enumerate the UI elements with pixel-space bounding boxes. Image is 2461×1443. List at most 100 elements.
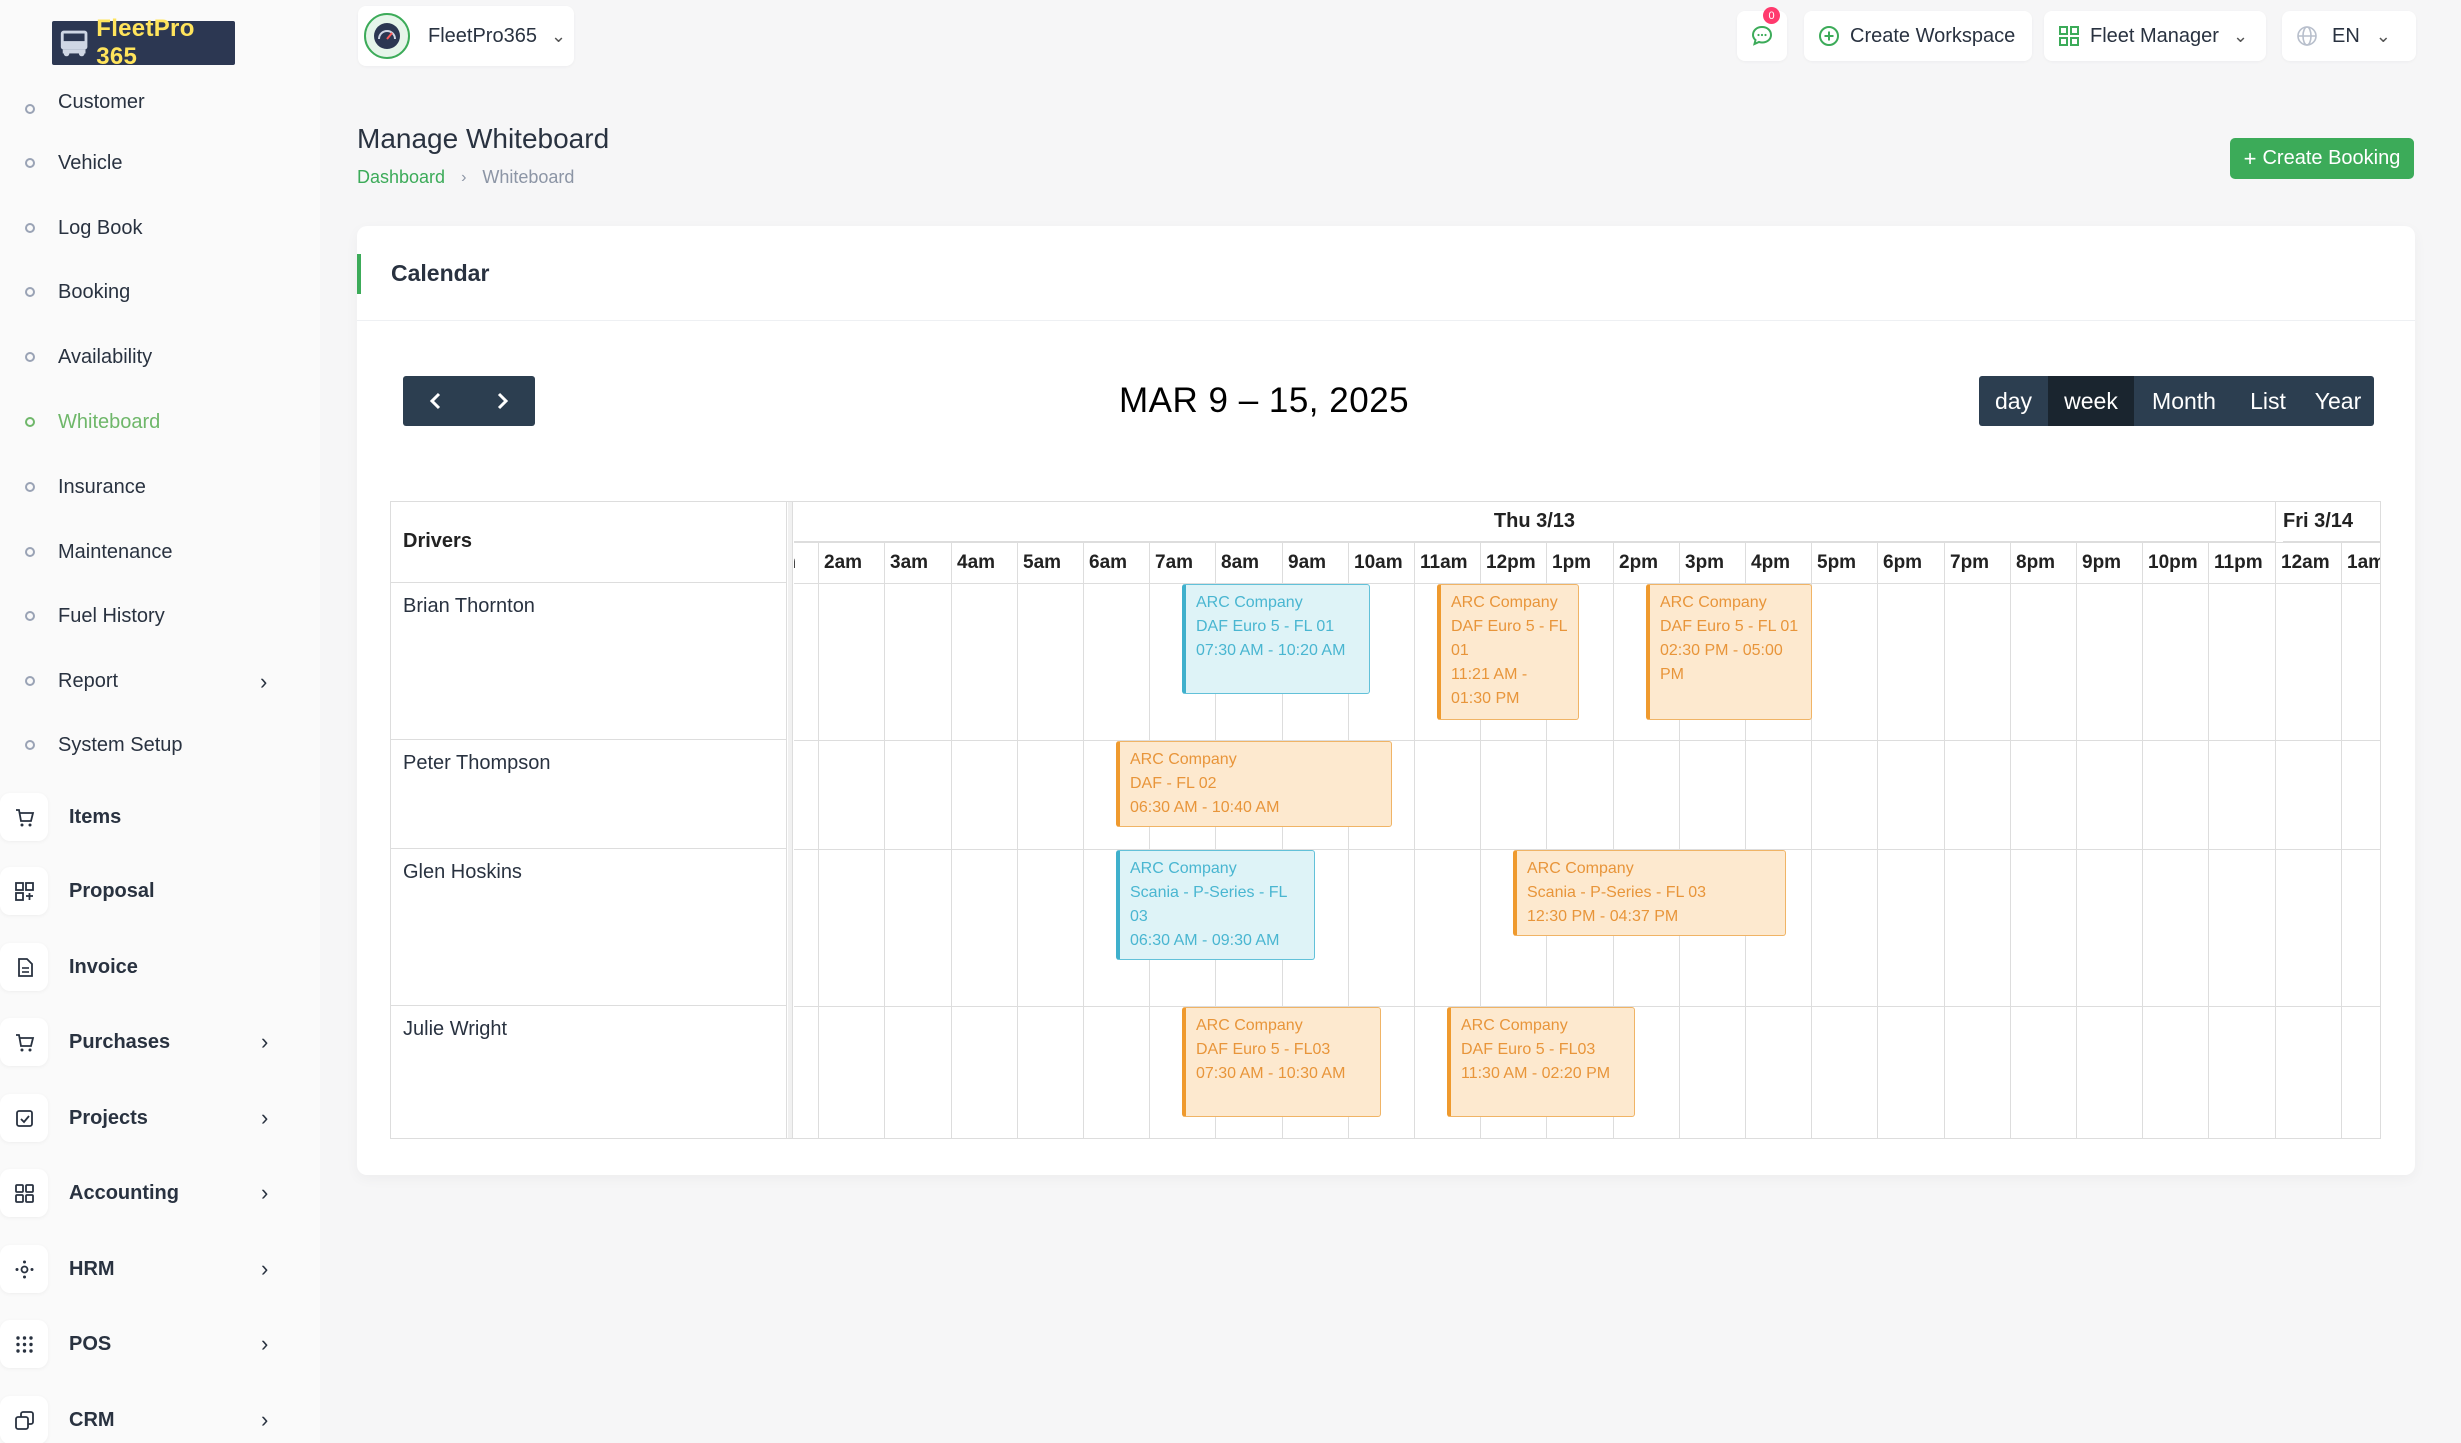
sidebar-item-label: Log Book [58, 216, 143, 239]
view-list-button[interactable]: List [2234, 376, 2302, 426]
event-vehicle: DAF - FL 02 [1130, 775, 1217, 792]
sidebar-item-proposal[interactable]: Proposal [0, 863, 290, 919]
create-booking-button[interactable]: + Create Booking [2230, 138, 2414, 179]
event-vehicle: Scania - P-Series - FL 03 [1527, 884, 1707, 901]
role-label: Fleet Manager [2090, 24, 2219, 47]
proposal-icon [0, 867, 48, 915]
event-time: 06:30 AM - 09:30 AM [1130, 932, 1280, 949]
event-vehicle: DAF Euro 5 - FL 01 [1660, 618, 1799, 635]
hour-gridline [951, 543, 952, 1138]
sidebar-item-insurance[interactable]: Insurance [25, 469, 285, 505]
brand-logo[interactable]: FleetPro 365 [52, 15, 235, 70]
chevron-right-icon: › [261, 1105, 269, 1130]
event-company: ARC Company [1461, 1017, 1568, 1034]
circle-bullet-icon [25, 352, 35, 362]
hour-gridline [2208, 543, 2209, 1138]
sidebar-item-fuel-history[interactable]: Fuel History [25, 598, 285, 634]
hour-gridline [2010, 543, 2011, 1138]
event-company: ARC Company [1451, 594, 1558, 611]
booking-event[interactable]: ARC Company DAF Euro 5 - FL 01 11:21 AM - … [1437, 584, 1579, 720]
hour-gridline [884, 543, 885, 1138]
hour-label: 10pm [2148, 552, 2198, 573]
sidebar-item-invoice[interactable]: Invoice [0, 939, 290, 995]
booking-event[interactable]: ARC Company Scania - P-Series - FL 03 06:3… [1116, 850, 1315, 960]
booking-event[interactable]: ARC Company DAF Euro 5 - FL 01 07:30 AM - … [1182, 584, 1370, 694]
cart-icon [0, 1018, 48, 1066]
sidebar-item-purchases[interactable]: Purchases › [0, 1014, 290, 1070]
sidebar-item-label: Projects [69, 1106, 148, 1129]
booking-event[interactable]: ARC Company DAF - FL 02 06:30 AM - 10:40 A… [1116, 741, 1392, 827]
circle-bullet-icon [25, 676, 35, 686]
sidebar-item-vehicle[interactable]: Vehicle [25, 145, 285, 181]
sidebar-item-accounting[interactable]: Accounting › [0, 1165, 290, 1221]
booking-event[interactable]: ARC Company DAF Euro 5 - FL 01 02:30 PM - … [1646, 584, 1812, 720]
breadcrumb-dashboard-link[interactable]: Dashboard [357, 167, 445, 188]
hour-label: 1pm [1552, 552, 1592, 573]
card-header: Calendar [357, 226, 2415, 321]
view-year-button[interactable]: Year [2302, 376, 2374, 426]
sidebar-item-crm[interactable]: CRM › [0, 1392, 290, 1443]
hour-label: 12am [2281, 552, 2330, 573]
workspace-name: FleetPro365 [428, 24, 537, 47]
event-time: 07:30 AM - 10:20 AM [1196, 642, 1346, 659]
notifications-button[interactable]: 0 [1737, 7, 1787, 61]
event-vehicle: DAF Euro 5 - FL 01 [1451, 618, 1567, 659]
view-month-button[interactable]: Month [2134, 376, 2234, 426]
booking-event[interactable]: ARC Company DAF Euro 5 - FL03 07:30 AM - 1… [1182, 1007, 1381, 1117]
driver-row: Julie Wright [391, 1006, 786, 1138]
event-time: 11:21 AM - 01:30 PM [1451, 666, 1528, 707]
card-accent-bar [357, 254, 361, 294]
sidebar-item-label: Items [69, 805, 122, 828]
sidebar-item-pos[interactable]: POS › [0, 1316, 290, 1372]
sidebar-item-availability[interactable]: Availability [25, 339, 285, 375]
sidebar-item-log-book[interactable]: Log Book [25, 210, 285, 246]
invoice-icon [0, 943, 48, 991]
create-workspace-button[interactable]: Create Workspace [1804, 11, 2032, 61]
sidebar-item-items[interactable]: Items [0, 789, 290, 845]
day-header-fri: Fri 3/14 [2283, 502, 2380, 542]
chevron-right-icon: › [261, 1407, 269, 1432]
sidebar-item-label: POS [69, 1332, 112, 1355]
sidebar-item-report[interactable]: Report › [25, 663, 285, 699]
sidebar-item-whiteboard[interactable]: Whiteboard [25, 404, 285, 440]
sidebar-item-label: Vehicle [58, 151, 123, 174]
workspace-switcher[interactable]: FleetPro365 ⌄ [358, 6, 574, 66]
role-switcher[interactable]: Fleet Manager ⌄ [2044, 11, 2266, 61]
view-switcher: day week Month List Year [1979, 376, 2374, 426]
hour-label: 6pm [1883, 552, 1923, 573]
circle-bullet-icon [25, 223, 35, 233]
prev-button[interactable] [403, 376, 469, 426]
sidebar-item-customer[interactable]: Customer [25, 92, 285, 114]
plus-circle-icon [1819, 26, 1839, 46]
event-time: 11:30 AM - 02:20 PM [1461, 1065, 1611, 1082]
hour-gridline [1944, 543, 1945, 1138]
booking-event[interactable]: ARC Company Scania - P-Series - FL 03 12:3… [1513, 850, 1786, 936]
sidebar-item-hrm[interactable]: HRM › [0, 1241, 290, 1297]
sidebar-item-booking[interactable]: Booking [25, 274, 285, 310]
calendar-card: Calendar MAR 9 – 15, 2025 day week Month Li… [357, 226, 2415, 1175]
hour-label: 11am [1420, 552, 1468, 573]
hour-label: 8pm [2016, 552, 2056, 573]
hour-label: 9pm [2082, 552, 2122, 573]
view-week-button[interactable]: week [2048, 376, 2134, 426]
chevron-right-icon: › [261, 1331, 269, 1356]
language-switcher[interactable]: EN ⌄ [2282, 11, 2416, 61]
hour-label: 3am [890, 552, 929, 573]
hour-gridline [2275, 502, 2276, 1138]
page-title: Manage Whiteboard [357, 123, 610, 154]
column-resizer[interactable] [788, 502, 793, 1138]
sidebar-item-label: Proposal [69, 879, 155, 902]
booking-event[interactable]: ARC Company DAF Euro 5 - FL03 11:30 AM - 0… [1447, 1007, 1635, 1117]
create-workspace-label: Create Workspace [1850, 24, 2016, 47]
brand-logo-text: FleetPro 365 [96, 15, 195, 70]
next-button[interactable] [469, 376, 535, 426]
sidebar-item-maintenance[interactable]: Maintenance [25, 534, 285, 570]
sidebar-item-system-setup[interactable]: System Setup [25, 727, 285, 763]
sidebar-item-projects[interactable]: Projects › [0, 1090, 290, 1146]
dots-grid-icon [0, 1320, 48, 1368]
circle-bullet-icon [25, 287, 35, 297]
language-label: EN [2332, 24, 2360, 47]
copy-icon [0, 1396, 48, 1443]
circle-bullet-icon [25, 158, 35, 168]
view-day-button[interactable]: day [1979, 376, 2048, 426]
